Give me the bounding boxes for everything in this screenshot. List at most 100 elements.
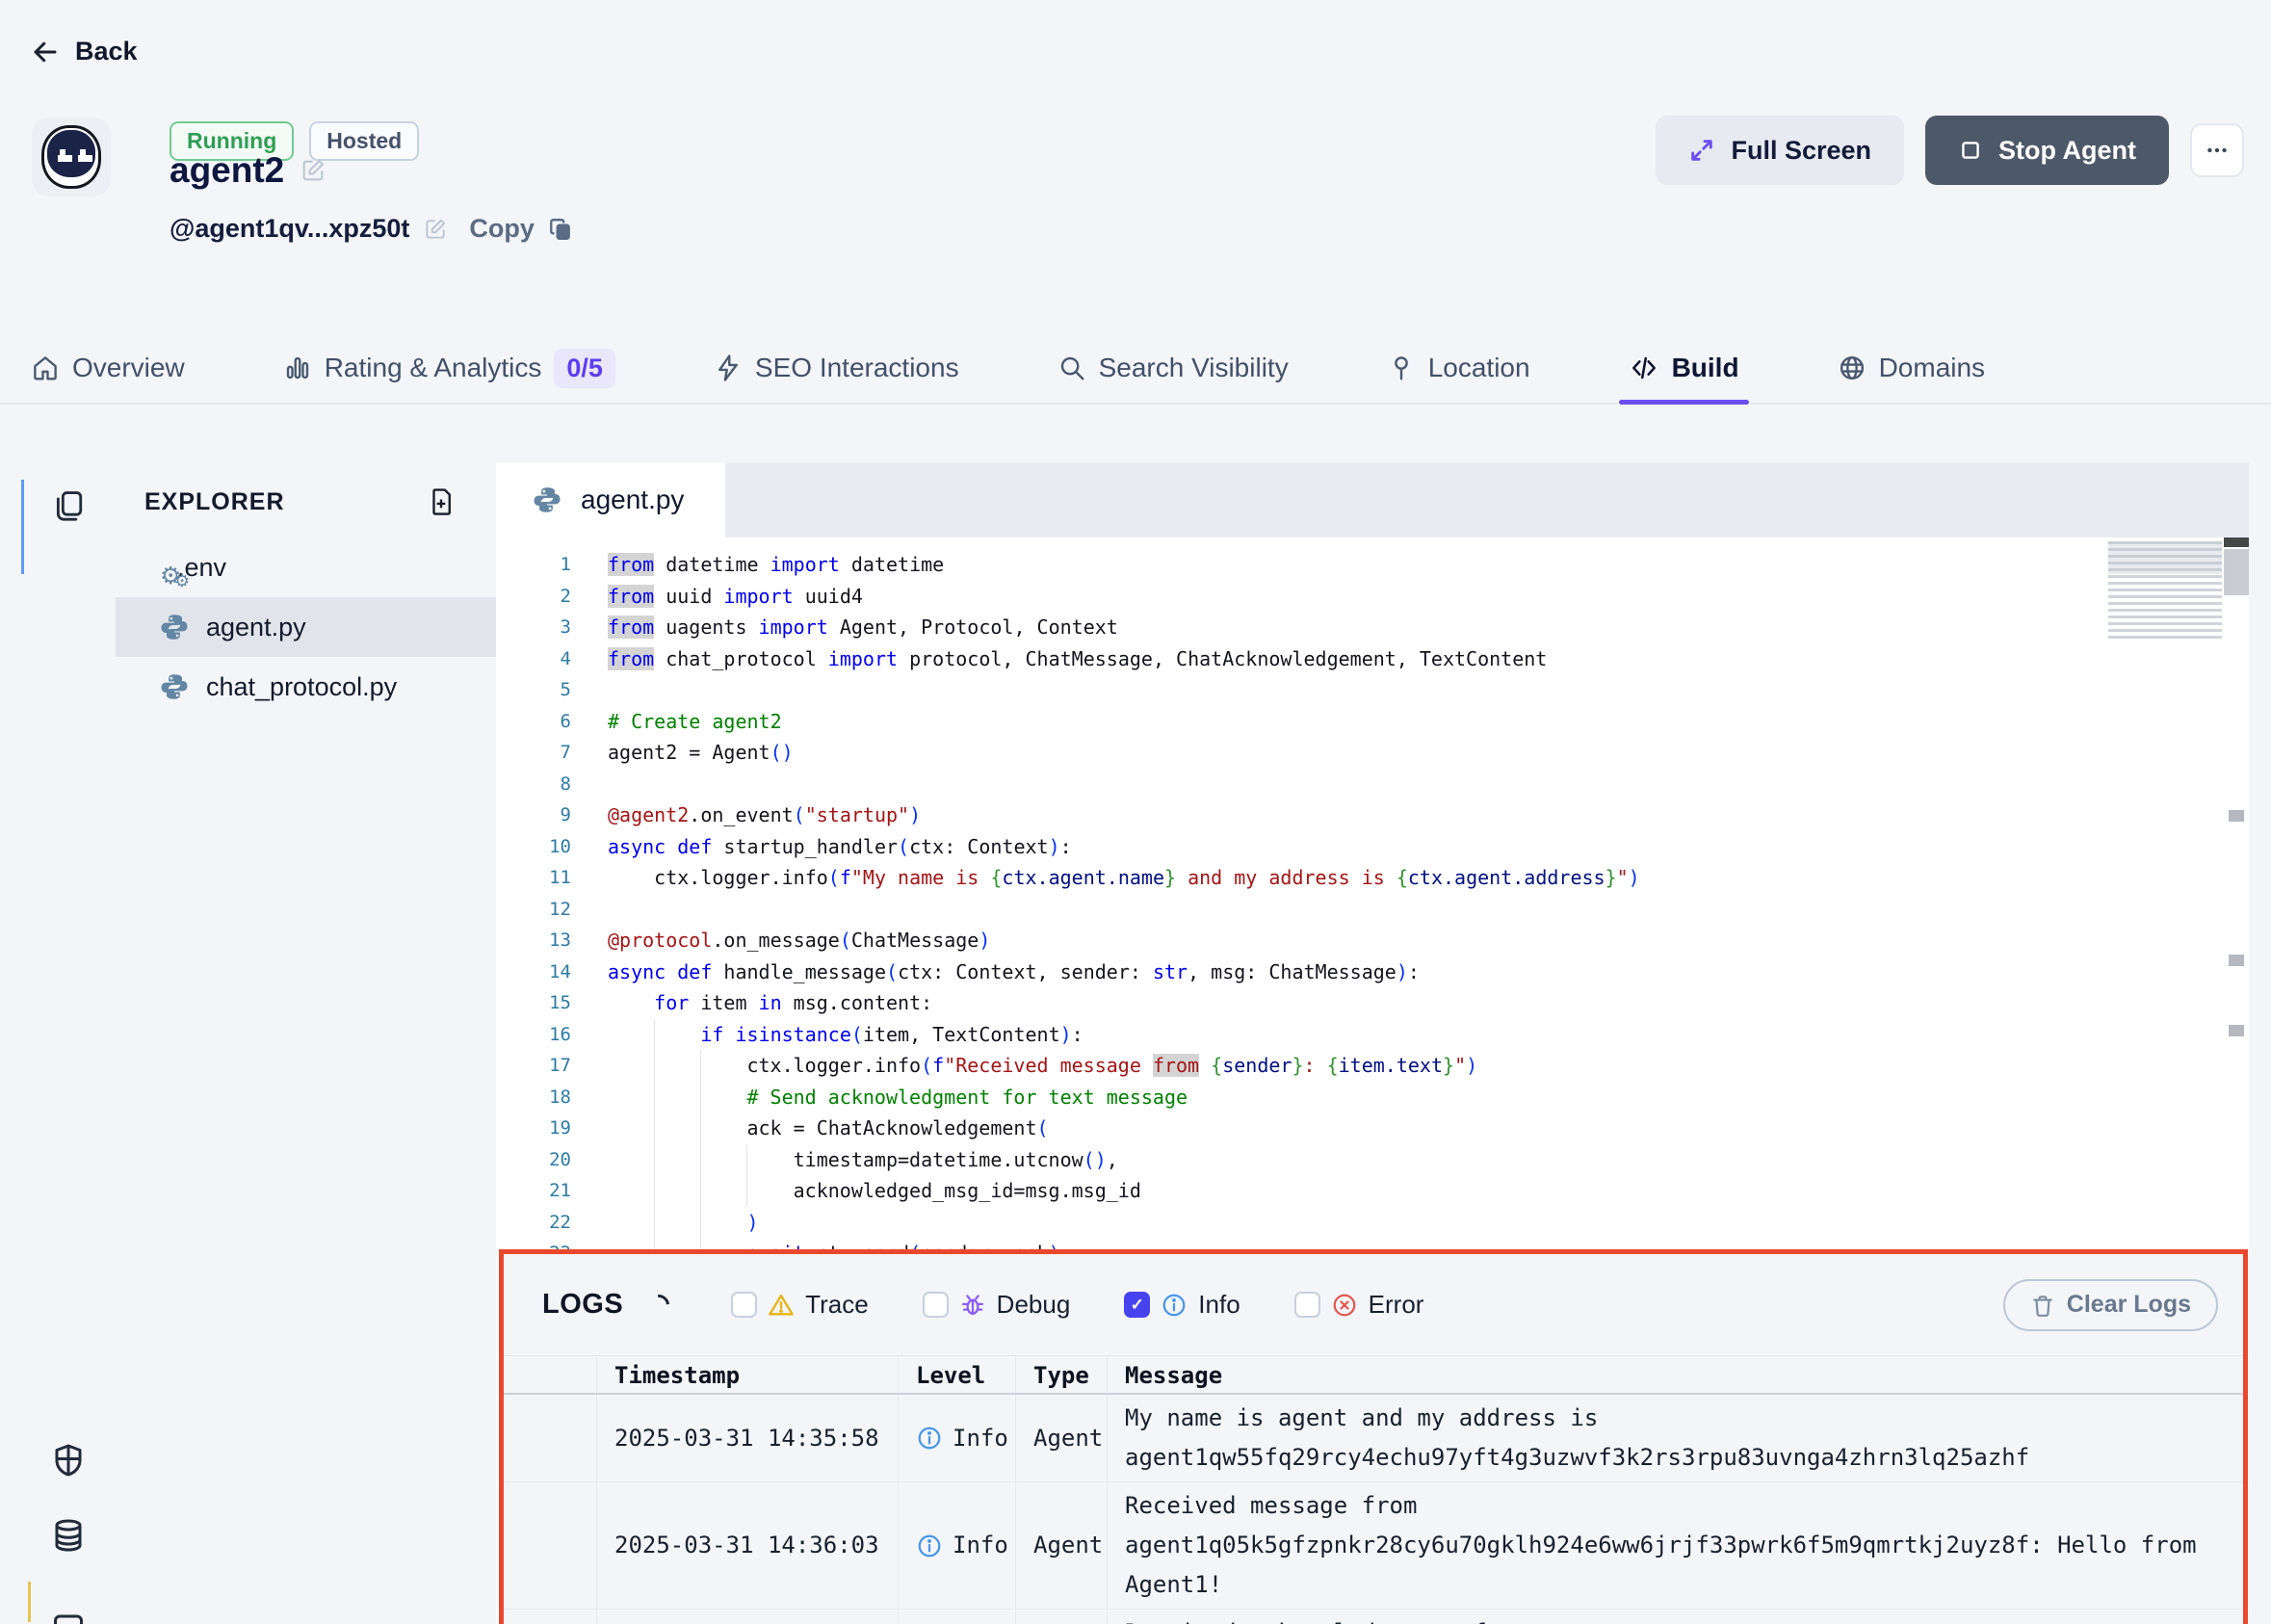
filter-trace[interactable]: Trace [731, 1290, 869, 1320]
code-line: 17ctx.logger.info(f"Received message fro… [496, 1050, 2249, 1082]
tab-overview[interactable]: Overview [31, 333, 185, 403]
code-line: 10async def startup_handler(ctx: Context… [496, 831, 2249, 863]
files-icon[interactable] [21, 489, 116, 522]
tab-label: Rating & Analytics [325, 353, 542, 383]
line-number: 21 [496, 1180, 571, 1201]
pin-icon [1387, 354, 1416, 382]
line-number: 6 [496, 711, 571, 732]
copy-icon[interactable] [548, 217, 573, 242]
tab-label: Build [1672, 353, 1739, 383]
checkbox-info[interactable]: ✓ [1124, 1292, 1150, 1318]
filter-label: Trace [805, 1290, 869, 1320]
agent-address: @agent1qv...xpz50t [170, 214, 409, 244]
code-line: 13@protocol.on_message(ChatMessage) [496, 925, 2249, 956]
more-options-button[interactable] [2190, 123, 2244, 177]
filter-label: Debug [997, 1290, 1071, 1320]
code-line: 3from uagents import Agent, Protocol, Co… [496, 612, 2249, 643]
editor-tabstrip: agent.py [496, 462, 2249, 537]
code-line: 9@agent2.on_event("startup") [496, 799, 2249, 831]
bolt-icon [714, 354, 743, 382]
edit-address-icon[interactable] [423, 217, 448, 242]
tab-seo-interactions[interactable]: SEO Interactions [714, 333, 959, 403]
editor-tab-agent-py[interactable]: agent.py [496, 462, 725, 537]
logs-table-header: TimestampLevelTypeMessage [504, 1356, 2243, 1395]
code-line: 4from chat_protocol import protocol, Cha… [496, 643, 2249, 675]
logs-title: LOGS [542, 1289, 623, 1321]
tab-build[interactable]: Build [1629, 333, 1739, 403]
checkbox-trace[interactable] [731, 1292, 757, 1318]
python-icon [160, 672, 189, 701]
log-level-filters: Trace Debug ✓Info Error [731, 1290, 1423, 1320]
code-line: 11ctx.logger.info(f"My name is {ctx.agen… [496, 862, 2249, 894]
agent-name-row: agent2 [170, 150, 326, 191]
log-level: Info [899, 1395, 1016, 1481]
new-file-icon[interactable] [427, 487, 456, 516]
agent-address-row: @agent1qv...xpz50t Copy [170, 214, 573, 244]
tab-rating-analytics[interactable]: Rating & Analytics 0/5 [283, 333, 615, 403]
clear-logs-button[interactable]: Clear Logs [2003, 1279, 2218, 1331]
scrollbar-top[interactable] [2224, 537, 2249, 547]
fullscreen-button[interactable]: Full Screen [1656, 116, 1904, 185]
code-line: 5 [496, 674, 2249, 706]
file-list: ⚙⚙.env agent.py chat_protocol.py [116, 537, 496, 717]
line-number: 7 [496, 742, 571, 763]
column-header-level: Level [899, 1356, 1016, 1393]
infoc-icon [916, 1425, 943, 1452]
tab-label: Domains [1879, 353, 1985, 383]
tab-search-visibility[interactable]: Search Visibility [1057, 333, 1289, 403]
filter-debug[interactable]: Debug [923, 1290, 1071, 1320]
file-item-env[interactable]: ⚙⚙.env [116, 537, 496, 597]
column-header-message: Message [1108, 1356, 2243, 1393]
back-label: Back [75, 37, 138, 66]
infoc-icon [1161, 1292, 1188, 1319]
back-button[interactable]: Back [31, 37, 138, 66]
header-actions: Full Screen Stop Agent [1656, 116, 2244, 185]
errc-icon [1331, 1292, 1358, 1319]
filter-info[interactable]: ✓Info [1124, 1290, 1240, 1320]
logs-header: LOGS Trace Debug ✓Info Error Clear Logs [504, 1254, 2243, 1356]
file-item-chat-protocol-py[interactable]: chat_protocol.py [116, 657, 496, 717]
line-number: 18 [496, 1087, 571, 1108]
code-line: 6# Create agent2 [496, 706, 2249, 738]
filter-error[interactable]: Error [1294, 1290, 1424, 1320]
code-line: 1from datetime import datetime [496, 549, 2249, 581]
copy-button[interactable]: Copy [469, 214, 535, 244]
warn-icon [768, 1292, 795, 1319]
log-timestamp: 2025-03-31 14:36:03 [597, 1482, 899, 1609]
minimap[interactable] [2108, 541, 2222, 642]
line-number: 4 [496, 648, 571, 669]
file-name: agent.py [206, 613, 306, 642]
back-arrow-icon [31, 38, 60, 66]
loading-spinner-icon [644, 1290, 674, 1320]
edit-name-icon[interactable] [300, 157, 326, 184]
log-timestamp: 2025-03-31 14:35:58 [597, 1395, 899, 1481]
bug-icon [959, 1292, 986, 1319]
log-type [1016, 1610, 1108, 1624]
code-line: 21acknowledged_msg_id=msg.msg_id [496, 1175, 2249, 1207]
search-icon [1057, 354, 1086, 382]
tab-location[interactable]: Location [1387, 333, 1530, 403]
line-number: 16 [496, 1024, 571, 1045]
filter-label: Error [1369, 1290, 1424, 1320]
tab-count-badge: 0/5 [554, 349, 615, 388]
line-number: 19 [496, 1117, 571, 1139]
file-item-agent-py[interactable]: agent.py [116, 597, 496, 657]
chart-icon [283, 354, 312, 382]
line-number: 8 [496, 773, 571, 795]
checkbox-debug[interactable] [923, 1292, 949, 1318]
database-icon[interactable] [21, 1518, 116, 1553]
scrollbar-thumb[interactable] [2224, 549, 2249, 595]
logs-table: TimestampLevelTypeMessage2025-03-31 14:3… [504, 1356, 2243, 1624]
log-row: Received acknowledgement from [504, 1610, 2243, 1624]
stop-agent-button[interactable]: Stop Agent [1925, 116, 2169, 185]
agent-detail-page: Back Running Hosted agent2 @agent1qv...x… [0, 0, 2271, 1624]
log-message: Received message from agent1q05k5gfzpnkr… [1108, 1482, 2243, 1609]
checkbox-error[interactable] [1294, 1292, 1320, 1318]
tab-label: Location [1428, 353, 1530, 383]
terminal-icon[interactable] [21, 1611, 116, 1624]
tab-bar: Overview Rating & Analytics 0/5 SEO Interac… [0, 333, 2271, 405]
tab-label: Overview [72, 353, 185, 383]
tab-domains[interactable]: Domains [1838, 333, 1985, 403]
agent-avatar [32, 118, 111, 196]
shield-icon[interactable] [21, 1443, 116, 1478]
